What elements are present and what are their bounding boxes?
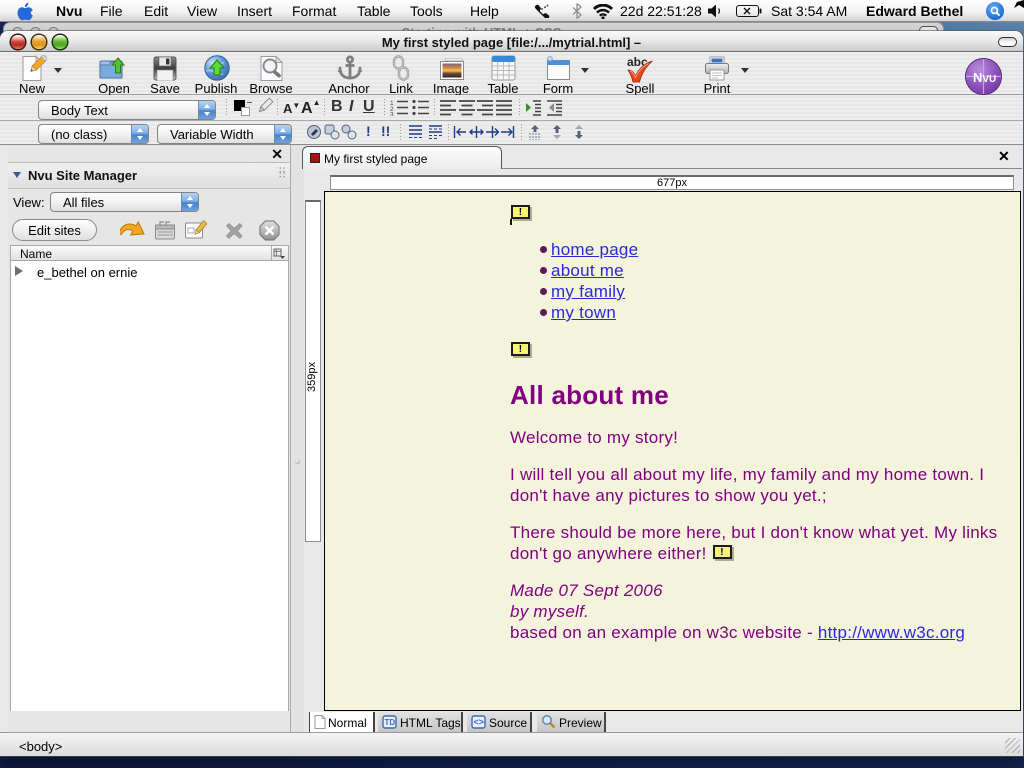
svg-text:NVU: NVU [973,70,996,85]
svg-text:TD: TD [385,718,396,727]
svg-text:<>: <> [474,717,485,727]
svg-text:3: 3 [390,112,394,117]
